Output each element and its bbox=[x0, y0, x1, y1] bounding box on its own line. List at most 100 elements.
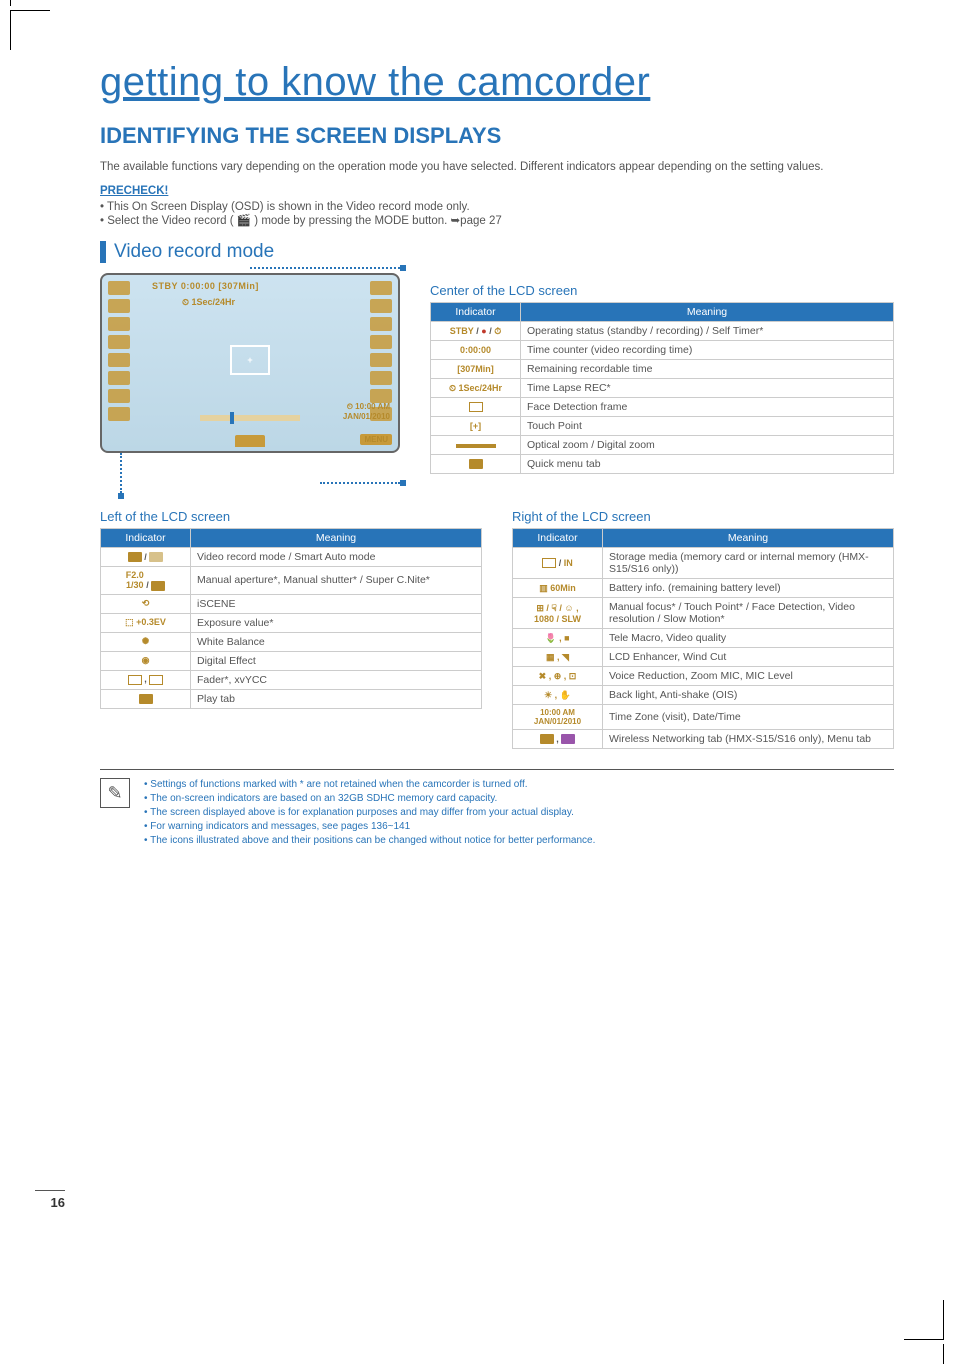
table-row: [307Min]Remaining recordable time bbox=[431, 360, 894, 379]
indicator-cell: ◉ bbox=[101, 651, 191, 670]
table-row: ▦ , ◥LCD Enhancer, Wind Cut bbox=[513, 648, 894, 667]
th-indicator: Indicator bbox=[101, 529, 191, 548]
meaning-cell: Back light, Anti-shake (OIS) bbox=[603, 686, 894, 705]
table-row: 🌷 , ■Tele Macro, Video quality bbox=[513, 629, 894, 648]
meaning-cell: Time Zone (visit), Date/Time bbox=[603, 705, 894, 730]
precheck-item: This On Screen Display (OSD) is shown in… bbox=[100, 201, 894, 213]
notes-box: ✎ Settings of functions marked with * ar… bbox=[100, 769, 894, 848]
indicator-cell: F2.01/30 / bbox=[101, 567, 191, 595]
lcd-status-line: STBY 0:00:00 [307Min] bbox=[152, 281, 259, 291]
precheck-list: This On Screen Display (OSD) is shown in… bbox=[100, 201, 894, 227]
intro-text: The available functions vary depending o… bbox=[100, 159, 894, 175]
indicator-cell: STBY / ● / ⏱ bbox=[431, 322, 521, 341]
indicator-cell bbox=[431, 436, 521, 455]
meaning-cell: Manual focus* / Touch Point* / Face Dete… bbox=[603, 598, 894, 629]
th-indicator: Indicator bbox=[513, 529, 603, 548]
indicator-cell: / IN bbox=[513, 548, 603, 579]
meaning-cell: Play tab bbox=[191, 689, 482, 708]
table-row: / INStorage media (memory card or intern… bbox=[513, 548, 894, 579]
note-item: Settings of functions marked with * are … bbox=[144, 778, 595, 792]
lcd-lapse-line: ⏲ 1Sec/24Hr bbox=[182, 297, 235, 308]
indicator-cell: ▦ , ◥ bbox=[513, 648, 603, 667]
focus-frame-icon bbox=[230, 345, 270, 375]
indicator-cell: ⊞ / ☟ / ☺ ,1080 / SLW bbox=[513, 598, 603, 629]
meaning-cell: Battery info. (remaining battery level) bbox=[603, 579, 894, 598]
indicator-cell: ⏲ 1Sec/24Hr bbox=[431, 379, 521, 398]
page-number: 16 bbox=[35, 1190, 65, 1210]
meaning-cell: Quick menu tab bbox=[521, 455, 894, 474]
indicator-cell: 10:00 AMJAN/01/2010 bbox=[513, 705, 603, 730]
indicator-cell: ☀ , ✋ bbox=[513, 686, 603, 705]
table-row: F2.01/30 / Manual aperture*, Manual shut… bbox=[101, 567, 482, 595]
th-meaning: Meaning bbox=[603, 529, 894, 548]
table-row: ▥ 60MinBattery info. (remaining battery … bbox=[513, 579, 894, 598]
zoom-bar-icon bbox=[200, 415, 300, 421]
right-table: Indicator Meaning / INStorage media (mem… bbox=[512, 528, 894, 749]
table-row: Quick menu tab bbox=[431, 455, 894, 474]
subsection-bar: Video record mode bbox=[100, 241, 894, 263]
indicator-cell: ⟲ bbox=[101, 594, 191, 613]
table-row: ◉Digital Effect bbox=[101, 651, 482, 670]
chapter-title: getting to know the camcorder bbox=[100, 60, 894, 105]
table-row: , Fader*, xvYCC bbox=[101, 670, 482, 689]
indicator-cell: , bbox=[513, 730, 603, 749]
meaning-cell: Digital Effect bbox=[191, 651, 482, 670]
table-row: ☀ , ✋Back light, Anti-shake (OIS) bbox=[513, 686, 894, 705]
meaning-cell: iSCENE bbox=[191, 594, 482, 613]
meaning-cell: Wireless Networking tab (HMX-S15/S16 onl… bbox=[603, 730, 894, 749]
table-row: ⟲iSCENE bbox=[101, 594, 482, 613]
indicator-cell: 0:00:00 bbox=[431, 341, 521, 360]
table-row: Optical zoom / Digital zoom bbox=[431, 436, 894, 455]
table-row: Play tab bbox=[101, 689, 482, 708]
menu-button-icon: MENU bbox=[360, 434, 392, 445]
indicator-cell bbox=[431, 455, 521, 474]
meaning-cell: Operating status (standby / recording) /… bbox=[521, 322, 894, 341]
meaning-cell: Face Detection frame bbox=[521, 398, 894, 417]
indicator-cell: [307Min] bbox=[431, 360, 521, 379]
notes-list: Settings of functions marked with * are … bbox=[144, 778, 595, 848]
indicator-cell: , bbox=[101, 670, 191, 689]
left-heading: Left of the LCD screen bbox=[100, 509, 482, 524]
table-row: ⊞ / ☟ / ☺ ,1080 / SLWManual focus* / Tou… bbox=[513, 598, 894, 629]
note-item: The icons illustrated above and their po… bbox=[144, 834, 595, 848]
table-row: 0:00:00Time counter (video recording tim… bbox=[431, 341, 894, 360]
meaning-cell: Remaining recordable time bbox=[521, 360, 894, 379]
meaning-cell: Time counter (video recording time) bbox=[521, 341, 894, 360]
notes-icon: ✎ bbox=[100, 778, 130, 808]
meaning-cell: Manual aperture*, Manual shutter* / Supe… bbox=[191, 567, 482, 595]
indicator-cell: / bbox=[101, 548, 191, 567]
table-row: [+]Touch Point bbox=[431, 417, 894, 436]
indicator-cell: [+] bbox=[431, 417, 521, 436]
table-row: Face Detection frame bbox=[431, 398, 894, 417]
note-item: For warning indicators and messages, see… bbox=[144, 820, 595, 834]
note-item: The screen displayed above is for explan… bbox=[144, 806, 595, 820]
precheck-label: PRECHECK! bbox=[100, 185, 894, 197]
subsection-label: Video record mode bbox=[114, 241, 274, 263]
left-table: Indicator Meaning / Video record mode / … bbox=[100, 528, 482, 709]
indicator-cell: ✺ bbox=[101, 632, 191, 651]
meaning-cell: Storage media (memory card or internal m… bbox=[603, 548, 894, 579]
th-indicator: Indicator bbox=[431, 303, 521, 322]
center-heading: Center of the LCD screen bbox=[430, 283, 894, 298]
note-item: The on-screen indicators are based on an… bbox=[144, 792, 595, 806]
meaning-cell: Touch Point bbox=[521, 417, 894, 436]
table-row: STBY / ● / ⏱Operating status (standby / … bbox=[431, 322, 894, 341]
meaning-cell: LCD Enhancer, Wind Cut bbox=[603, 648, 894, 667]
meaning-cell: Optical zoom / Digital zoom bbox=[521, 436, 894, 455]
center-table: Indicator Meaning STBY / ● / ⏱Operating … bbox=[430, 302, 894, 474]
meaning-cell: Video record mode / Smart Auto mode bbox=[191, 548, 482, 567]
lcd-mock: STBY 0:00:00 [307Min] ⏲ 1Sec/24Hr ⏲ 10:0… bbox=[100, 273, 400, 493]
meaning-cell: Time Lapse REC* bbox=[521, 379, 894, 398]
indicator-cell: ▥ 60Min bbox=[513, 579, 603, 598]
th-meaning: Meaning bbox=[191, 529, 482, 548]
table-row: , Wireless Networking tab (HMX-S15/S16 o… bbox=[513, 730, 894, 749]
quick-tab-icon bbox=[235, 435, 265, 447]
indicator-cell: 🌷 , ■ bbox=[513, 629, 603, 648]
meaning-cell: Voice Reduction, Zoom MIC, MIC Level bbox=[603, 667, 894, 686]
section-title: IDENTIFYING THE SCREEN DISPLAYS bbox=[100, 123, 894, 149]
indicator-cell: ⬚ +0.3EV bbox=[101, 613, 191, 632]
meaning-cell: Exposure value* bbox=[191, 613, 482, 632]
meaning-cell: Tele Macro, Video quality bbox=[603, 629, 894, 648]
table-row: / Video record mode / Smart Auto mode bbox=[101, 548, 482, 567]
table-row: ⏲ 1Sec/24HrTime Lapse REC* bbox=[431, 379, 894, 398]
